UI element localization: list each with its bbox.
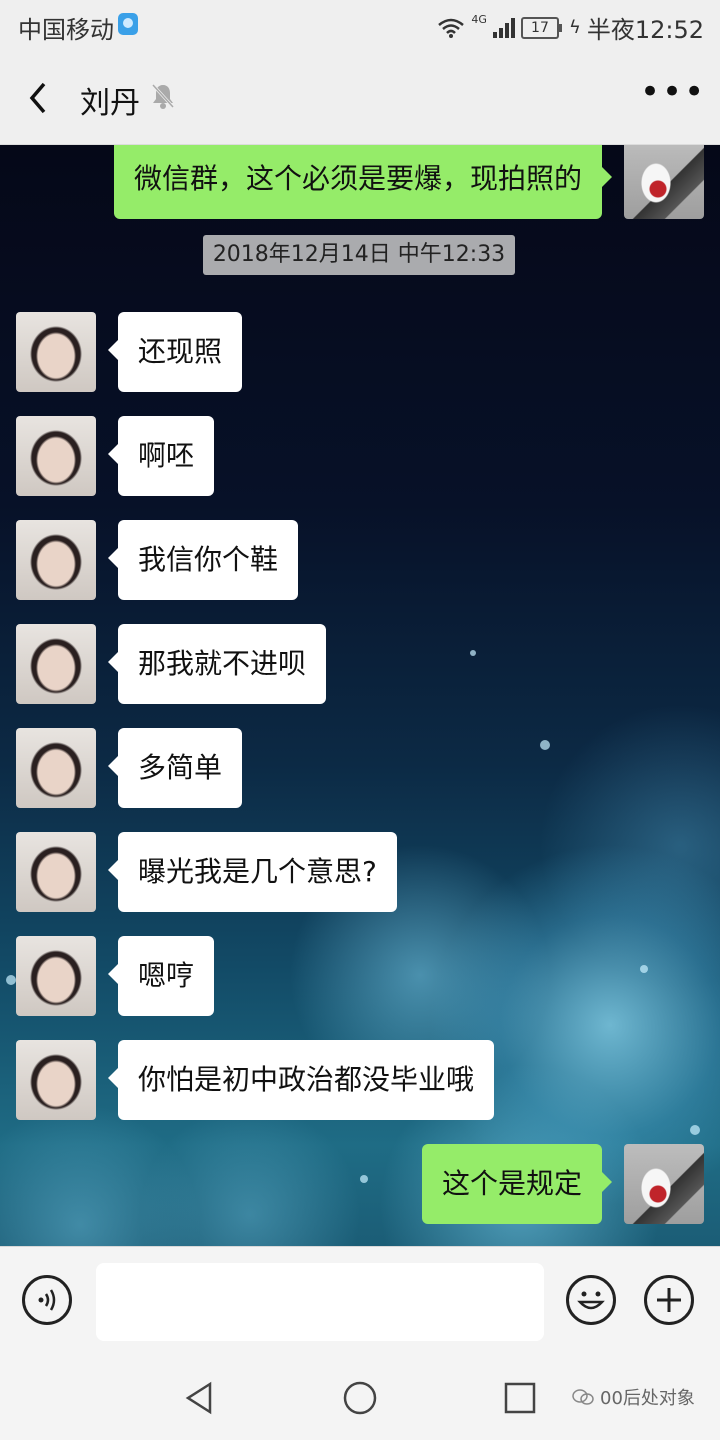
message-bubble-received[interactable]: 啊呸 [107,416,215,496]
battery-icon: 17 [520,16,562,39]
bokeh-dot [540,740,550,750]
message-row-received: 还现照 [16,312,243,392]
chat-title: 刘丹 [80,86,140,121]
contact-avatar[interactable] [16,624,96,704]
voice-icon [38,1289,56,1311]
contact-avatar[interactable] [16,728,96,808]
wechat-logo-icon [572,1389,594,1405]
chat-header: 刘丹 ••• [0,50,720,145]
more-features-button[interactable] [644,1275,694,1325]
contact-avatar[interactable] [16,520,96,600]
message-bubble-received[interactable]: 嗯哼 [107,936,215,1016]
message-row-received: 你怕是初中政治都没毕业哦 [16,1040,495,1120]
network-type-label: 4G [471,13,487,26]
message-row-sent: 微信群，这个必须是要爆，现拍照的 [113,145,704,219]
message-text: 还现照 [138,335,223,368]
message-bubble-sent[interactable]: 这个是规定 [421,1144,613,1224]
bokeh-dot [360,1175,368,1183]
nav-back-triangle-icon[interactable] [180,1378,220,1418]
status-bar: 中国移动 4G 17 ϟ 半夜12:52 [0,0,720,50]
carrier-label: 中国移动 [18,16,114,44]
message-text: 微信群，这个必须是要爆，现拍照的 [133,162,582,195]
nav-home-circle-icon[interactable] [340,1378,380,1418]
message-row-sent: 这个是规定 [421,1144,704,1224]
message-row-received: 嗯哼 [16,936,215,1016]
message-text: 啊呸 [138,439,195,472]
message-text: 曝光我是几个意思? [138,855,377,888]
message-text: 嗯哼 [138,959,195,992]
message-bubble-sent[interactable]: 微信群，这个必须是要爆，现拍照的 [113,145,613,219]
wifi-icon [437,18,465,38]
contact-avatar[interactable] [16,832,96,912]
muted-bell-icon [150,82,176,110]
message-text: 多简单 [138,751,223,784]
message-text: 你怕是初中政治都没毕业哦 [138,1063,475,1096]
message-bubble-received[interactable]: 我信你个鞋 [107,520,299,600]
contact-avatar[interactable] [16,416,96,496]
contact-avatar[interactable] [16,936,96,1016]
charging-icon: ϟ [568,17,581,38]
contact-avatar[interactable] [16,312,96,392]
my-avatar[interactable] [624,145,704,219]
status-right-group: 4G 17 ϟ 半夜12:52 [437,10,704,45]
chat-area[interactable]: 微信群，这个必须是要爆，现拍照的 2018年12月14日 中午12:33 还现照… [0,145,720,1246]
contact-avatar[interactable] [16,1040,96,1120]
message-row-received: 那我就不进呗 [16,624,327,704]
more-options-icon[interactable]: ••• [640,75,704,112]
back-arrow-icon[interactable] [24,78,56,118]
time-divider: 2018年12月14日 中午12:33 [203,235,515,275]
message-row-received: 多简单 [16,728,243,808]
message-row-received: 我信你个鞋 [16,520,299,600]
message-row-received: 啊呸 [16,416,215,496]
battery-level: 17 [531,19,549,36]
message-text: 这个是规定 [441,1167,582,1200]
message-input-bar [0,1246,720,1357]
security-shield-icon [118,13,138,35]
watermark-text: 00后处对象 [600,1388,695,1409]
signal-icon [492,17,515,38]
message-bubble-received[interactable]: 曝光我是几个意思? [108,832,397,912]
message-bubble-received[interactable]: 那我就不进呗 [107,624,327,704]
message-row-received: 曝光我是几个意思? [16,832,397,912]
message-bubble-received[interactable]: 多简单 [107,728,243,808]
emoji-button[interactable] [566,1275,616,1325]
message-text-field[interactable] [96,1263,544,1341]
voice-input-button[interactable] [22,1275,72,1325]
message-bubble-received[interactable]: 还现照 [107,312,243,392]
watermark: 00后处对象 [572,1384,695,1410]
bokeh-dot [690,1125,700,1135]
message-text: 我信你个鞋 [138,543,279,576]
bokeh-dot [640,965,648,973]
bokeh-dot [470,650,476,656]
system-navigation-bar: 00后处对象 [0,1356,720,1440]
bokeh-dot [6,975,16,985]
smiley-icon [577,1291,605,1310]
clock-label: 半夜12:52 [586,16,704,44]
my-avatar[interactable] [624,1144,704,1224]
nav-recent-square-icon[interactable] [500,1378,540,1418]
plus-icon [657,1288,681,1312]
message-text: 那我就不进呗 [138,647,307,680]
message-bubble-received[interactable]: 你怕是初中政治都没毕业哦 [107,1040,495,1120]
